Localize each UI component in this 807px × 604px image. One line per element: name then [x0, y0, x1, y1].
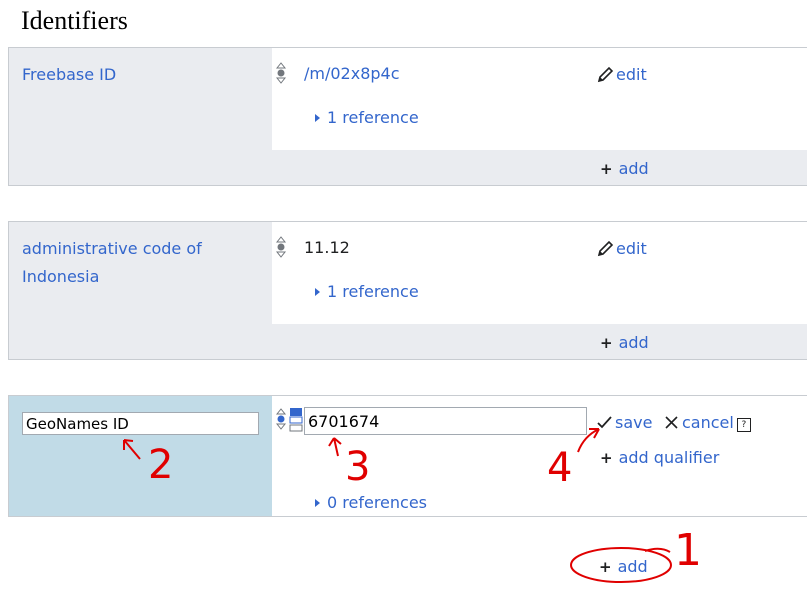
add-value-bar: + add	[272, 324, 807, 359]
property-cell: Freebase ID	[9, 48, 272, 185]
statement-body: /m/02x8p4c edit 1 reference	[272, 48, 807, 151]
property-cell: administrative code of Indonesia	[9, 222, 272, 359]
save-button[interactable]: save	[597, 413, 652, 432]
add-label: add	[618, 333, 649, 352]
cancel-label: cancel	[682, 413, 734, 432]
save-label: save	[615, 413, 653, 432]
annotation-tail	[644, 547, 671, 553]
add-statement-button[interactable]: + add	[599, 557, 648, 576]
add-statement-label: add	[617, 557, 648, 576]
plus-icon: +	[600, 334, 613, 352]
add-label: add	[618, 159, 649, 178]
edit-label: edit	[616, 239, 647, 258]
plus-icon: +	[600, 449, 613, 467]
snak-type-selector-icon[interactable]	[289, 407, 303, 433]
rank-selector-icon[interactable]	[275, 235, 287, 259]
rank-selector-icon[interactable]	[275, 61, 287, 85]
annotation-1: 1	[674, 525, 702, 576]
add-value-button[interactable]: + add	[600, 159, 649, 178]
property-link-admin-code[interactable]: administrative code of Indonesia	[22, 235, 252, 291]
expand-triangle-icon	[315, 114, 320, 122]
references-toggle[interactable]: 1 reference	[315, 108, 419, 127]
references-toggle[interactable]: 0 references	[315, 493, 427, 512]
references-label: 1 reference	[327, 282, 419, 301]
help-icon[interactable]: ?	[736, 418, 751, 432]
checkmark-icon	[597, 416, 612, 429]
rank-selector-icon[interactable]	[275, 407, 287, 431]
property-cell-editing	[9, 396, 272, 516]
property-input[interactable]	[22, 412, 259, 435]
add-qualifier-label: add qualifier	[618, 448, 720, 467]
add-value-bar: + add	[272, 150, 807, 185]
plus-icon: +	[600, 160, 613, 178]
property-link-freebase-id[interactable]: Freebase ID	[22, 61, 116, 89]
plus-icon: +	[599, 558, 612, 576]
add-qualifier-button[interactable]: + add qualifier	[600, 448, 719, 467]
references-label: 0 references	[327, 493, 427, 512]
references-toggle[interactable]: 1 reference	[315, 282, 419, 301]
close-icon	[665, 416, 678, 429]
statement-group-admin-code: administrative code of Indonesia 11.12 e…	[8, 221, 807, 360]
statement-value[interactable]: /m/02x8p4c	[304, 64, 400, 83]
pencil-icon	[597, 66, 614, 83]
expand-triangle-icon	[315, 499, 320, 507]
new-statement-group: save cancel? + add qualifier 0 references	[8, 395, 807, 517]
edit-button[interactable]: edit	[597, 65, 647, 84]
pencil-icon	[597, 240, 614, 257]
section-heading: Identifiers	[21, 6, 128, 35]
cancel-button[interactable]: cancel?	[665, 413, 751, 432]
value-input[interactable]	[304, 407, 587, 435]
statement-group-freebase: Freebase ID /m/02x8p4c edit 1 reference …	[8, 47, 807, 186]
statement-value: 11.12	[304, 238, 350, 257]
new-statement-body: save cancel? + add qualifier 0 references	[272, 396, 807, 516]
add-value-button[interactable]: + add	[600, 333, 649, 352]
expand-triangle-icon	[315, 288, 320, 296]
statement-body: 11.12 edit 1 reference	[272, 222, 807, 325]
references-label: 1 reference	[327, 108, 419, 127]
edit-label: edit	[616, 65, 647, 84]
edit-button[interactable]: edit	[597, 239, 647, 258]
